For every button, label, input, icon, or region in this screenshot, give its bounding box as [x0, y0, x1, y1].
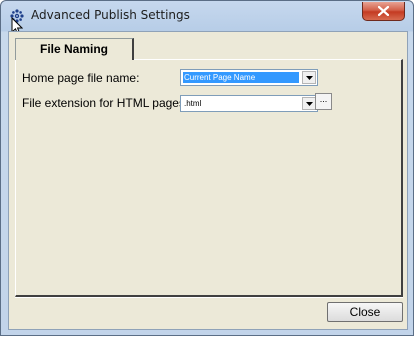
window-title: Advanced Publish Settings [31, 8, 190, 22]
extension-value: .html [184, 99, 202, 108]
dialog-window: Advanced Publish Settings Home page file… [0, 0, 414, 336]
dropdown-button[interactable] [302, 71, 316, 84]
tab-file-naming[interactable]: File Naming [15, 38, 134, 60]
chevron-down-icon [306, 76, 313, 80]
home-page-value: Current Page Name [183, 72, 299, 83]
divider [15, 297, 403, 298]
title-bar[interactable]: Advanced Publish Settings [1, 1, 413, 31]
home-page-select[interactable]: Current Page Name [180, 69, 318, 86]
extension-label: File extension for HTML pages: [22, 96, 189, 110]
close-button[interactable]: Close [327, 302, 403, 322]
tab-panel-file-naming: Home page file name: Current Page Name F… [15, 59, 403, 297]
close-window-button[interactable] [362, 2, 405, 21]
browse-button[interactable]: ... [315, 93, 332, 110]
dropdown-button[interactable] [302, 97, 316, 110]
close-icon [378, 6, 389, 16]
chevron-down-icon [306, 102, 313, 106]
home-page-label: Home page file name: [22, 71, 140, 85]
dialog-client-area: Home page file name: Current Page Name F… [8, 31, 408, 330]
extension-select[interactable]: .html [180, 95, 318, 112]
